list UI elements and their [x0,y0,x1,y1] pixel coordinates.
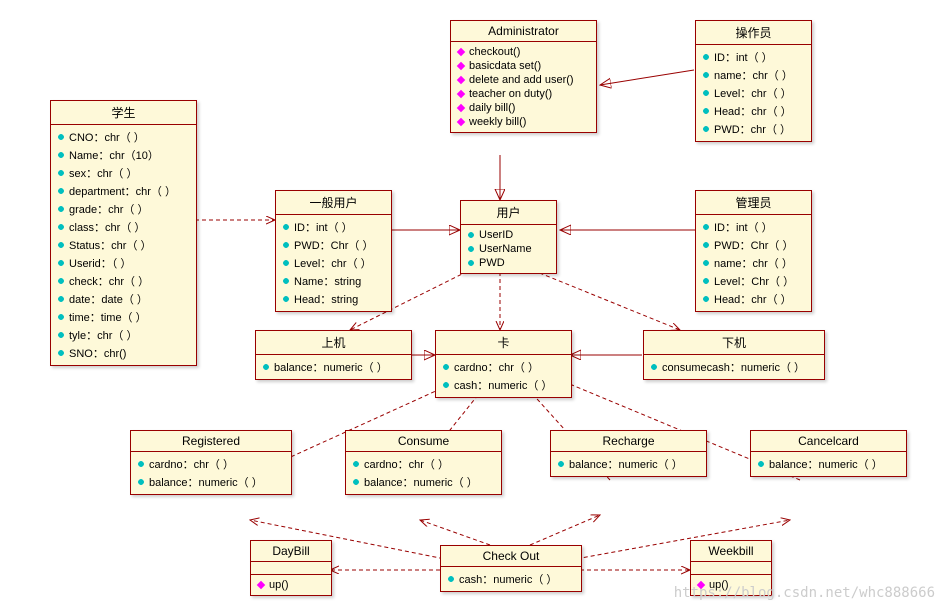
attribute-icon [136,477,146,487]
operation-icon [456,61,466,71]
class-title: 一般用户 [276,191,391,215]
class-title: Administrator [451,21,596,42]
operation-icon [456,75,466,85]
attribute-icon [446,574,456,584]
class-title: DayBill [251,541,331,562]
attribute-icon [701,240,711,250]
attribute-icon [466,258,476,268]
class-operator: 操作员 ID：int（ ） name：chr（ ） Level：chr（ ） H… [695,20,812,142]
attribute-icon [756,459,766,469]
class-checkout: Check Out cash：numeric（ ） [440,545,582,592]
attribute-icon [56,330,66,340]
class-title: 上机 [256,331,411,355]
class-title: Check Out [441,546,581,567]
attribute-icon [701,52,711,62]
attribute-icon [56,222,66,232]
class-title: Registered [131,431,291,452]
class-online: 上机 balance：numeric（ ） [255,330,412,380]
attribute-icon [56,312,66,322]
attribute-icon [281,240,291,250]
class-title: 操作员 [696,21,811,45]
class-cancelcard: Cancelcard balance：numeric（ ） [750,430,907,477]
attribute-icon [56,240,66,250]
attribute-icon [466,244,476,254]
attribute-icon [649,362,659,372]
operation-icon [256,580,266,590]
class-offline: 下机 consumecash：numeric（ ） [643,330,825,380]
operation-icon [456,89,466,99]
class-general-user: 一般用户 ID：int（ ） PWD：Chr（ ） Level：chr（ ） N… [275,190,392,312]
class-title: 用户 [461,201,556,225]
class-registered: Registered cardno：chr（ ） balance：numeric… [130,430,292,495]
attribute-icon [56,150,66,160]
attribute-icon [56,168,66,178]
class-title: Consume [346,431,501,452]
attribute-icon [281,276,291,286]
attribute-icon [281,222,291,232]
attribute-icon [56,294,66,304]
attribute-icon [56,132,66,142]
class-daybill: DayBill up() [250,540,332,596]
attribute-icon [136,459,146,469]
attribute-icon [56,276,66,286]
class-admin: 管理员 ID：int（ ） PWD：Chr（ ） name：chr（ ） Lev… [695,190,812,312]
attribute-icon [701,294,711,304]
class-administrator: Administrator checkout() basicdata set()… [450,20,597,133]
attribute-icon [261,362,271,372]
class-title: Cancelcard [751,431,906,452]
attribute-icon [701,222,711,232]
watermark: https://blog.csdn.net/whc888666 [674,585,935,601]
operation-icon [456,103,466,113]
attribute-icon [466,230,476,240]
attribute-icon [441,362,451,372]
class-student: 学生 CNO：chr（ ） Name：chr（10） sex：chr（ ） de… [50,100,197,366]
attribute-icon [281,258,291,268]
attribute-icon [281,294,291,304]
attribute-icon [56,258,66,268]
attribute-icon [701,124,711,134]
attribute-icon [701,88,711,98]
attribute-icon [56,204,66,214]
attribute-icon [441,380,451,390]
class-card: 卡 cardno：chr（ ） cash：numeric（ ） [435,330,572,398]
class-title: 卡 [436,331,571,355]
class-title: Weekbill [691,541,771,562]
operation-icon [456,47,466,57]
attribute-icon [701,106,711,116]
attribute-icon [56,348,66,358]
class-title: 下机 [644,331,824,355]
class-user: 用户 UserID UserName PWD [460,200,557,274]
attribute-icon [351,459,361,469]
attribute-icon [351,477,361,487]
attribute-icon [701,276,711,286]
attribute-icon [701,258,711,268]
attribute-icon [701,70,711,80]
class-recharge: Recharge balance：numeric（ ） [550,430,707,477]
class-title: Recharge [551,431,706,452]
class-consume: Consume cardno：chr（ ） balance：numeric（ ） [345,430,502,495]
attribute-icon [556,459,566,469]
class-title: 学生 [51,101,196,125]
attribute-icon [56,186,66,196]
class-title: 管理员 [696,191,811,215]
operation-icon [456,117,466,127]
